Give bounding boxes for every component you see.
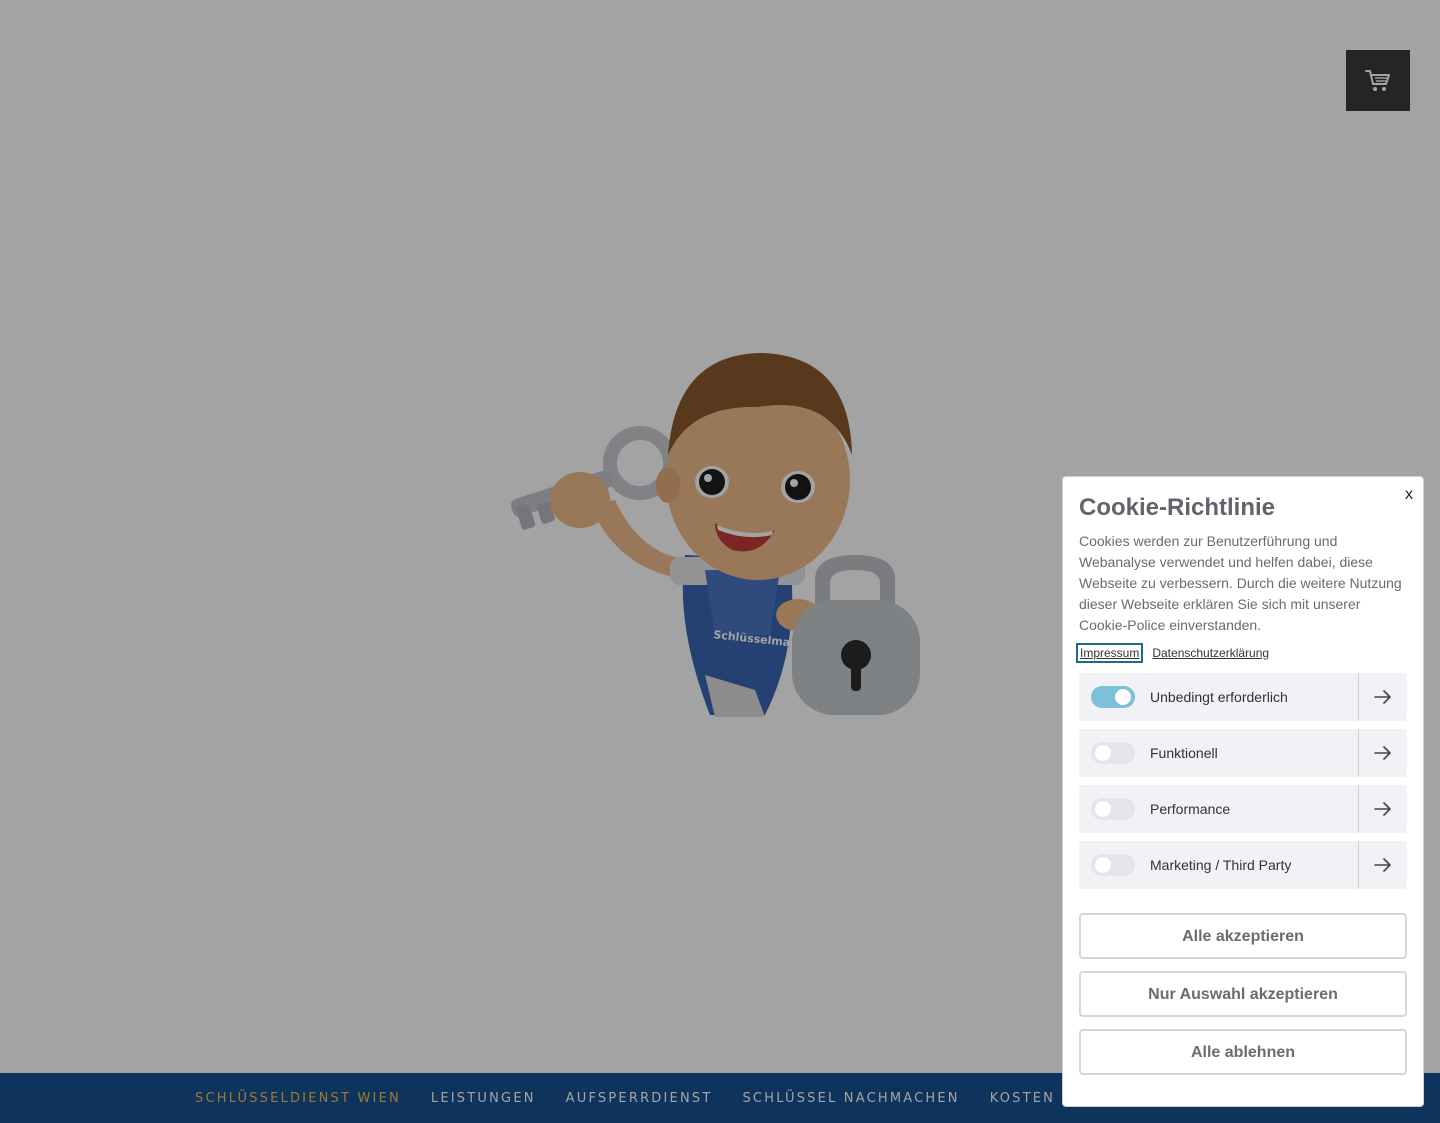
category-necessary: Unbedingt erforderlich (1079, 673, 1407, 721)
toggle-knob (1095, 801, 1111, 817)
cookie-dialog: x Cookie-Richtlinie Cookies werden zur B… (1062, 476, 1424, 1107)
page: Schlüsselmax SCHLÜSSELDIENST WIEN LEISTU (0, 0, 1440, 1123)
cookie-categories: Unbedingt erforderlich Funktionell Perfo… (1079, 673, 1407, 889)
toggle-necessary[interactable] (1091, 686, 1135, 708)
expand-marketing-button[interactable] (1358, 841, 1407, 889)
arrow-right-icon (1374, 690, 1391, 704)
category-label: Marketing / Third Party (1150, 857, 1292, 873)
impressum-link[interactable]: Impressum (1075, 643, 1144, 663)
arrow-right-icon (1374, 746, 1391, 760)
accept-all-button[interactable]: Alle akzeptieren (1079, 913, 1407, 959)
toggle-performance[interactable] (1091, 798, 1135, 820)
arrow-right-icon (1374, 858, 1391, 872)
toggle-functional[interactable] (1091, 742, 1135, 764)
cookie-description: Cookies werden zur Benutzerführung und W… (1079, 533, 1402, 633)
toggle-knob (1095, 745, 1111, 761)
toggle-knob (1115, 689, 1131, 705)
category-label: Funktionell (1150, 745, 1218, 761)
category-functional: Funktionell (1079, 729, 1407, 777)
category-performance: Performance (1079, 785, 1407, 833)
toggle-knob (1095, 857, 1111, 873)
toggle-marketing[interactable] (1091, 854, 1135, 876)
category-label: Unbedingt erforderlich (1150, 689, 1288, 705)
expand-performance-button[interactable] (1358, 785, 1407, 833)
expand-functional-button[interactable] (1358, 729, 1407, 777)
close-button[interactable]: x (1405, 485, 1413, 505)
category-label: Performance (1150, 801, 1231, 817)
datenschutz-link[interactable]: Datenschutzerklärung (1152, 646, 1269, 660)
reject-all-button[interactable]: Alle ablehnen (1079, 1029, 1407, 1075)
expand-necessary-button[interactable] (1358, 673, 1407, 721)
category-marketing: Marketing / Third Party (1079, 841, 1407, 889)
cookie-title: Cookie-Richtlinie (1079, 494, 1276, 521)
cookie-links: Impressum Datenschutzerklärung (1075, 643, 1407, 663)
accept-selection-button[interactable]: Nur Auswahl akzeptieren (1079, 971, 1407, 1017)
arrow-right-icon (1374, 802, 1391, 816)
